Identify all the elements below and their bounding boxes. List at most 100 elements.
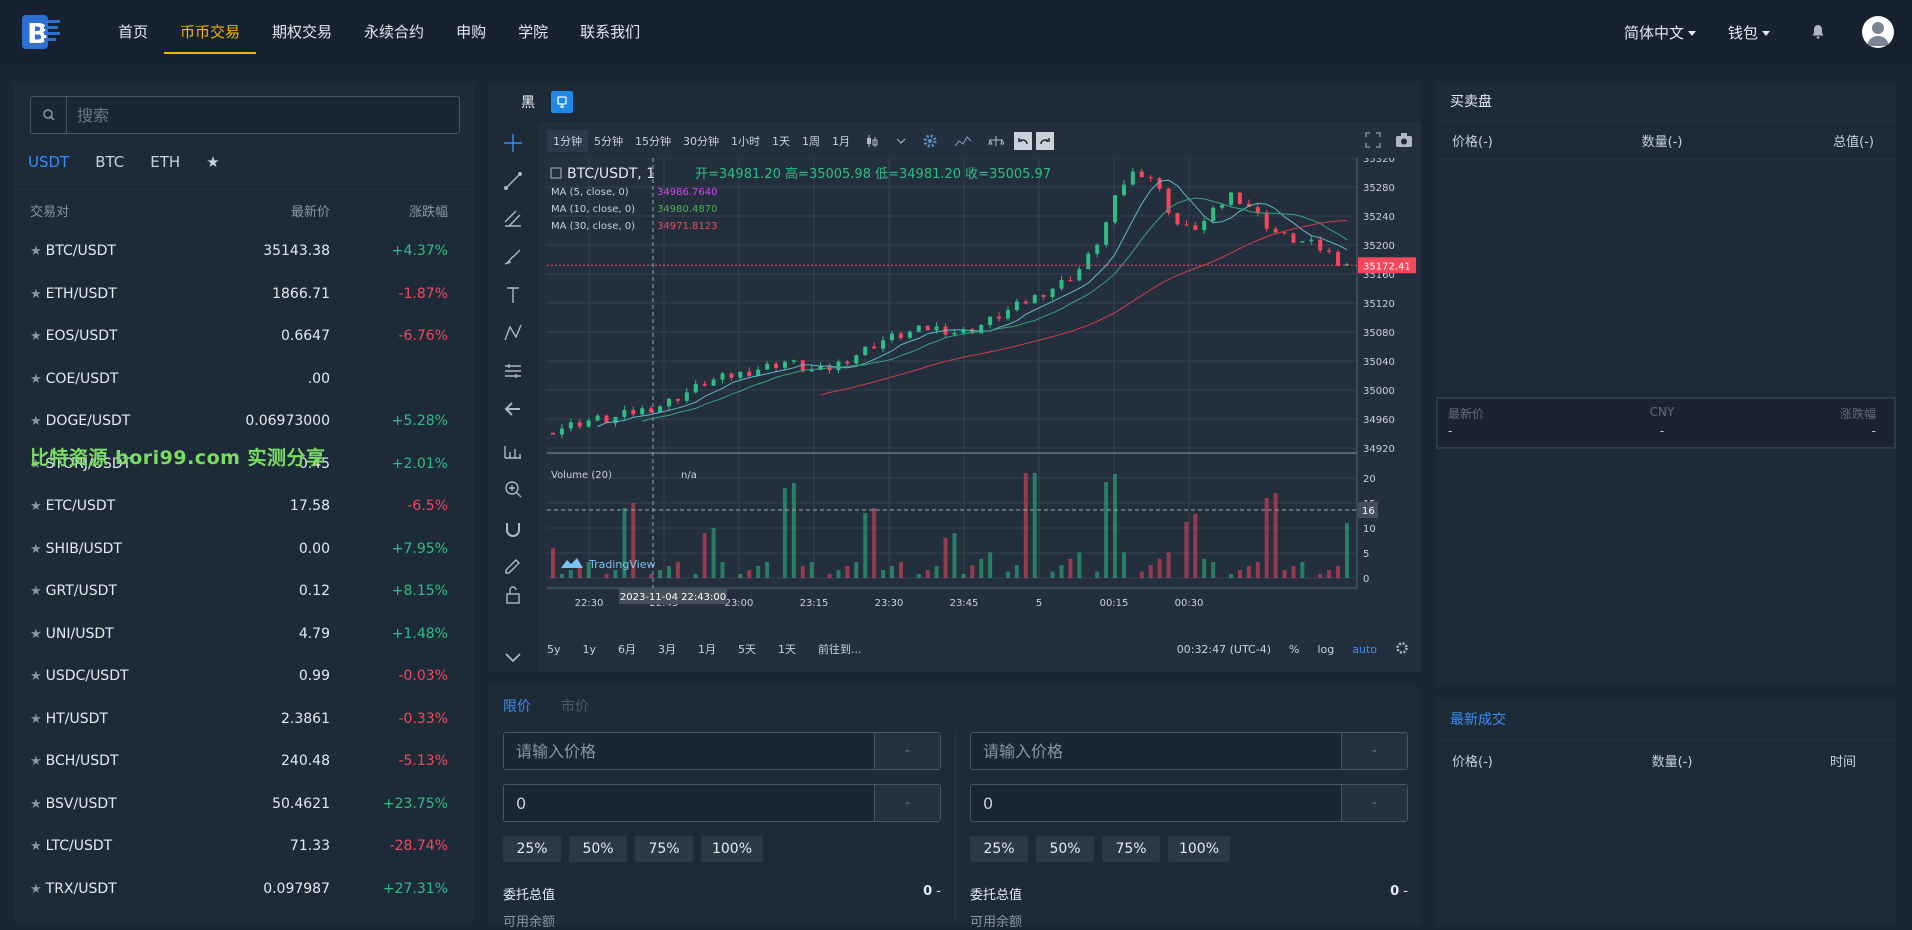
- star-icon[interactable]: ★: [30, 499, 42, 514]
- star-icon[interactable]: ★: [30, 244, 42, 259]
- chevron-down-icon[interactable]: [896, 136, 906, 146]
- buy-qty-input[interactable]: [504, 785, 874, 821]
- market-tab-1[interactable]: BTC: [95, 153, 124, 171]
- market-row[interactable]: ★ BTC/USDT 35143.38 +4.37%: [14, 230, 474, 273]
- interval-1[interactable]: 5分钟: [588, 130, 629, 152]
- market-row[interactable]: ★ DOGE/USDT 0.06973000 +5.28%: [14, 400, 474, 443]
- chevron-down-icon[interactable]: [502, 646, 524, 668]
- camera-icon[interactable]: [1395, 132, 1413, 151]
- tab-market[interactable]: 市价: [561, 696, 589, 722]
- buy-price-input[interactable]: [504, 733, 874, 769]
- zoom-icon[interactable]: [502, 478, 524, 500]
- star-icon[interactable]: ★: [30, 414, 42, 429]
- market-row[interactable]: ★ GRT/USDT 0.12 +8.15%: [14, 570, 474, 613]
- market-row[interactable]: ★ COE/USDT .00: [14, 358, 474, 401]
- market-row[interactable]: ★ TRX/USDT 0.097987 +27.31%: [14, 868, 474, 911]
- market-tab-3[interactable]: ★: [206, 153, 219, 171]
- nav-item-0[interactable]: 首页: [102, 0, 164, 64]
- brush-icon[interactable]: [502, 246, 524, 268]
- nav-item-2[interactable]: 期权交易: [256, 0, 348, 64]
- tab-limit[interactable]: 限价: [503, 696, 531, 722]
- star-icon[interactable]: ★: [30, 754, 42, 769]
- range-4[interactable]: 1月: [698, 641, 716, 657]
- star-icon[interactable]: ★: [30, 669, 42, 684]
- unlock-icon[interactable]: [502, 584, 524, 606]
- buy-pct-75[interactable]: 75%: [635, 836, 693, 862]
- star-icon[interactable]: ★: [30, 329, 42, 344]
- range-1[interactable]: 1y: [583, 643, 597, 656]
- fullscreen-icon[interactable]: [1365, 132, 1381, 151]
- pattern-icon[interactable]: [502, 322, 524, 344]
- ruler-icon[interactable]: [502, 440, 524, 462]
- market-row[interactable]: ★ HT/USDT 2.3861 -0.33%: [14, 698, 474, 741]
- candle-type-icon[interactable]: [864, 133, 880, 149]
- nav-item-5[interactable]: 学院: [502, 0, 564, 64]
- nav-item-3[interactable]: 永续合约: [348, 0, 440, 64]
- star-icon[interactable]: ★: [30, 627, 42, 642]
- market-row[interactable]: ★ BSV/USDT 50.4621 +23.75%: [14, 783, 474, 826]
- star-icon[interactable]: ★: [30, 839, 42, 854]
- buy-pct-50[interactable]: 50%: [569, 836, 627, 862]
- market-row[interactable]: ★ UNI/USDT 4.79 +1.48%: [14, 613, 474, 656]
- search-input[interactable]: [67, 105, 459, 125]
- star-icon[interactable]: ★: [30, 372, 42, 387]
- market-row[interactable]: ★ USDC/USDT 0.99 -0.03%: [14, 655, 474, 698]
- magnet-icon[interactable]: [502, 518, 524, 540]
- crosshair-icon[interactable]: [502, 132, 524, 154]
- buy-pct-25[interactable]: 25%: [503, 836, 561, 862]
- interval-3[interactable]: 30分钟: [677, 130, 725, 152]
- sell-price-input[interactable]: [971, 733, 1341, 769]
- market-tab-2[interactable]: ETH: [150, 153, 180, 171]
- star-icon[interactable]: ★: [30, 584, 42, 599]
- range-2[interactable]: 6月: [618, 641, 636, 657]
- range-5[interactable]: 5天: [738, 641, 756, 657]
- bell-icon[interactable]: [1810, 24, 1826, 40]
- interval-6[interactable]: 1周: [796, 130, 826, 152]
- language-selector[interactable]: 简体中文: [1624, 22, 1696, 43]
- arrow-left-icon[interactable]: [502, 398, 524, 420]
- nav-item-6[interactable]: 联系我们: [564, 0, 656, 64]
- star-icon[interactable]: ★: [30, 712, 42, 727]
- compare-icon[interactable]: [988, 134, 1004, 148]
- sell-pct-25[interactable]: 25%: [970, 836, 1028, 862]
- sell-pct-100[interactable]: 100%: [1168, 836, 1230, 862]
- gear-icon[interactable]: [1395, 641, 1409, 658]
- nav-item-4[interactable]: 申购: [440, 0, 502, 64]
- scale-opt-2[interactable]: auto: [1352, 643, 1377, 656]
- price-chart[interactable]: 3532035280352403520035160351203508035040…: [547, 158, 1417, 628]
- range-7[interactable]: 前往到...: [818, 641, 862, 657]
- interval-4[interactable]: 1小时: [725, 130, 766, 152]
- range-0[interactable]: 5y: [547, 643, 561, 656]
- settings-icon[interactable]: [922, 133, 938, 149]
- market-row[interactable]: ★ BCH/USDT 240.48 -5.13%: [14, 740, 474, 783]
- star-icon[interactable]: ★: [30, 542, 42, 557]
- fib-icon[interactable]: [502, 208, 524, 230]
- scale-opt-0[interactable]: %: [1289, 643, 1299, 656]
- market-row[interactable]: ★ ETH/USDT 1866.71 -1.87%: [14, 273, 474, 316]
- text-icon[interactable]: [502, 284, 524, 306]
- star-icon[interactable]: ★: [30, 882, 42, 897]
- theme-light-icon[interactable]: [551, 91, 573, 113]
- sell-qty-input[interactable]: [971, 785, 1341, 821]
- wallet-menu[interactable]: 钱包: [1728, 22, 1770, 43]
- undo-icon[interactable]: [1014, 132, 1032, 150]
- star-icon[interactable]: ★: [30, 797, 42, 812]
- market-row[interactable]: ★ LTC/USDT 71.33 -28.74%: [14, 825, 474, 868]
- logo-icon[interactable]: B: [18, 12, 62, 52]
- range-3[interactable]: 3月: [658, 641, 676, 657]
- redo-icon[interactable]: [1036, 132, 1054, 150]
- interval-2[interactable]: 15分钟: [629, 130, 677, 152]
- market-row[interactable]: ★ ETC/USDT 17.58 -6.5%: [14, 485, 474, 528]
- scale-opt-1[interactable]: log: [1317, 643, 1334, 656]
- range-6[interactable]: 1天: [778, 641, 796, 657]
- theme-dark-toggle[interactable]: 黑: [521, 92, 535, 112]
- trendline-icon[interactable]: [502, 170, 524, 192]
- star-icon[interactable]: ★: [30, 287, 42, 302]
- measure-icon[interactable]: [502, 360, 524, 382]
- market-tab-0[interactable]: USDT: [28, 153, 69, 171]
- interval-5[interactable]: 1天: [766, 130, 796, 152]
- sell-pct-75[interactable]: 75%: [1102, 836, 1160, 862]
- buy-pct-100[interactable]: 100%: [701, 836, 763, 862]
- interval-0[interactable]: 1分钟: [547, 130, 588, 152]
- user-avatar[interactable]: [1862, 16, 1894, 48]
